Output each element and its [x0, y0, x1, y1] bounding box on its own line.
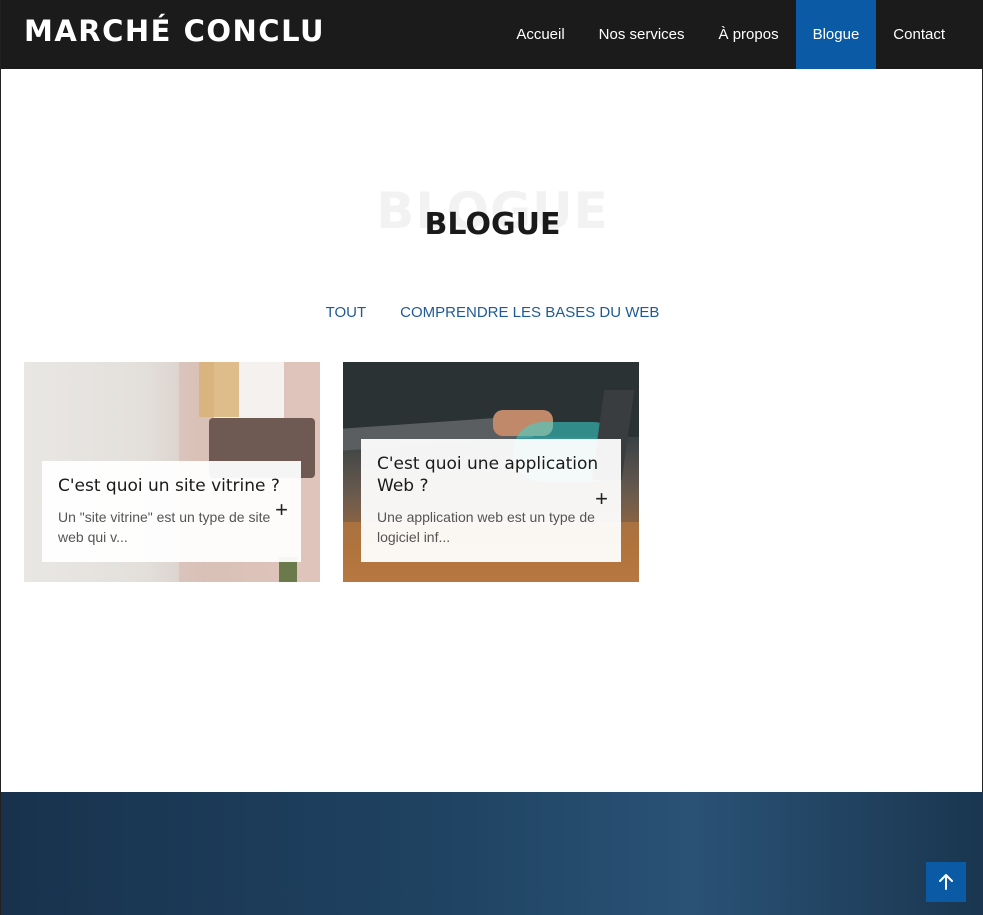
site-logo[interactable]: MARCHÉ CONCLU: [24, 14, 325, 48]
blog-card[interactable]: C'est quoi un site vitrine ? Un "site vi…: [24, 362, 320, 582]
page-title-section: BLOGUE BLOGUE: [1, 178, 983, 248]
nav-item-blogue[interactable]: Blogue: [795, 0, 877, 69]
main-nav: Accueil Nos services À propos Blogue Con…: [499, 0, 962, 69]
card-excerpt: Une application web est un type de logic…: [377, 509, 595, 545]
plus-icon[interactable]: +: [275, 499, 288, 521]
top-navbar: MARCHÉ CONCLU Accueil Nos services À pro…: [1, 0, 983, 69]
category-filters: TOUT COMPRENDRE LES BASES DU WEB: [1, 304, 983, 321]
card-info-panel: C'est quoi un site vitrine ? Un "site vi…: [42, 461, 301, 562]
blog-card[interactable]: C'est quoi une application Web ? Une app…: [343, 362, 639, 582]
arrow-up-icon: [939, 874, 953, 890]
card-excerpt: Un "site vitrine" est un type de site we…: [58, 509, 271, 545]
card-title[interactable]: C'est quoi une application Web ?: [377, 453, 605, 497]
nav-item-nos-services[interactable]: Nos services: [582, 0, 702, 69]
nav-item-accueil[interactable]: Accueil: [499, 0, 581, 69]
back-to-top-button[interactable]: [926, 862, 966, 902]
card-info-panel: C'est quoi une application Web ? Une app…: [361, 439, 621, 562]
plus-icon[interactable]: +: [595, 488, 608, 510]
filter-tout[interactable]: TOUT: [326, 304, 367, 321]
page-title: BLOGUE: [424, 207, 561, 242]
nav-item-a-propos[interactable]: À propos: [702, 0, 796, 69]
card-title[interactable]: C'est quoi un site vitrine ?: [58, 475, 285, 497]
footer-banner: [1, 792, 983, 915]
filter-comprendre-les-bases-du-web[interactable]: COMPRENDRE LES BASES DU WEB: [400, 304, 659, 321]
nav-item-contact[interactable]: Contact: [876, 0, 962, 69]
